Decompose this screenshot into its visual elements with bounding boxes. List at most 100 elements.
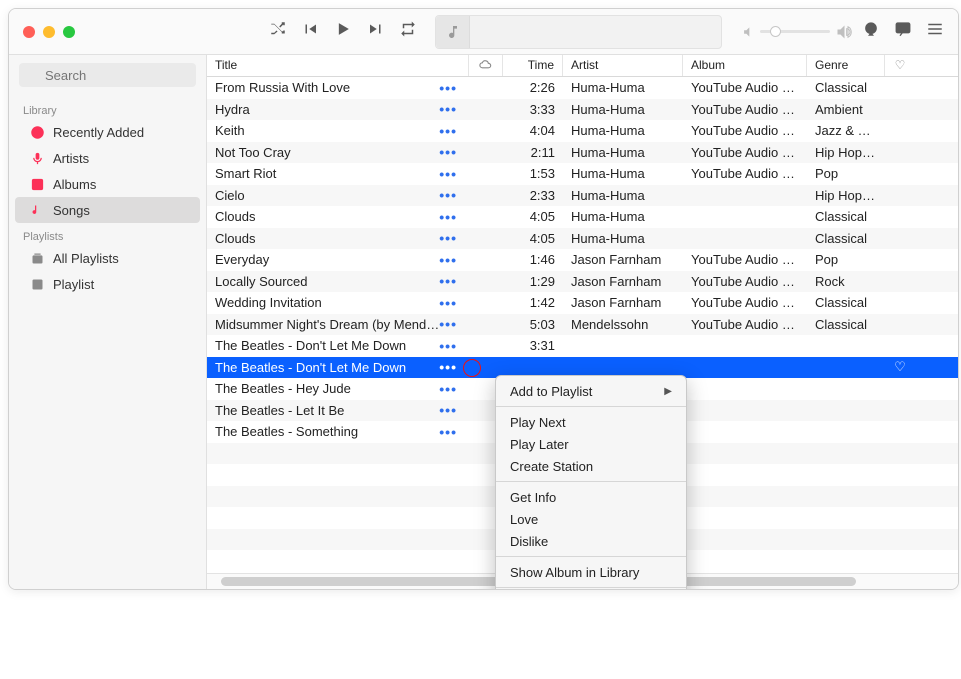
ctx-separator (496, 587, 686, 588)
more-options-icon[interactable]: ••• (439, 427, 461, 437)
ctx-add-to-playlist[interactable]: Add to Playlist▶ (496, 380, 686, 402)
more-options-icon[interactable]: ••• (439, 104, 461, 114)
ctx-get-info[interactable]: Get Info (496, 486, 686, 508)
column-genre[interactable]: Genre (807, 55, 885, 76)
cell-time: 5:03 (503, 317, 563, 332)
table-row[interactable]: Keith•••4:04Huma-HumaYouTube Audio Lib..… (207, 120, 958, 142)
song-title: Clouds (215, 231, 439, 246)
lyrics-icon[interactable]: “ (894, 20, 912, 43)
more-options-icon[interactable]: ••• (439, 126, 461, 136)
sidebar-item-label: All Playlists (53, 251, 119, 266)
more-options-icon[interactable]: ••• (439, 276, 461, 286)
table-row[interactable]: Wedding Invitation•••1:42Jason FarnhamYo… (207, 292, 958, 314)
table-row[interactable]: Clouds•••4:05Huma-HumaClassical (207, 206, 958, 228)
column-love[interactable]: ♡ (885, 55, 915, 76)
cell-album: YouTube Audio Lib... (683, 123, 807, 138)
table-row[interactable]: Smart Riot•••1:53Huma-HumaYouTube Audio … (207, 163, 958, 185)
cell-album: YouTube Audio Lib... (683, 295, 807, 310)
table-row[interactable]: From Russia With Love•••2:26Huma-HumaYou… (207, 77, 958, 99)
sidebar-item-label: Playlist (53, 277, 94, 292)
cell-genre: Pop (807, 166, 885, 181)
song-title: Clouds (215, 209, 439, 224)
table-row[interactable]: Hydra•••3:33Huma-HumaYouTube Audio Lib..… (207, 99, 958, 121)
sidebar-item-label: Recently Added (53, 125, 144, 140)
search-input[interactable] (19, 63, 196, 87)
play-icon[interactable] (333, 19, 353, 44)
cell-time: 4:05 (503, 209, 563, 224)
ctx-separator (496, 481, 686, 482)
minimize-window-button[interactable] (43, 26, 55, 38)
sidebar-item-playlist[interactable]: Playlist (15, 271, 200, 297)
table-row[interactable]: Cielo•••2:33Huma-HumaHip Hop &... (207, 185, 958, 207)
more-options-icon[interactable]: ••• (439, 405, 461, 415)
sidebar-item-all-playlists[interactable]: All Playlists (15, 245, 200, 271)
sidebar-item-songs[interactable]: Songs (15, 197, 200, 223)
table-row[interactable]: Everyday•••1:46Jason FarnhamYouTube Audi… (207, 249, 958, 271)
cell-artist: Jason Farnham (563, 295, 683, 310)
ctx-dislike[interactable]: Dislike (496, 530, 686, 552)
repeat-icon[interactable] (399, 20, 417, 43)
song-title: Locally Sourced (215, 274, 439, 289)
more-options-icon[interactable]: ••• (439, 319, 461, 329)
column-title[interactable]: Title (207, 55, 469, 76)
volume-low-icon (740, 25, 754, 39)
cell-time: 2:33 (503, 188, 563, 203)
playback-controls (269, 19, 417, 44)
context-menu: Add to Playlist▶ Play Next Play Later Cr… (495, 375, 687, 590)
table-row[interactable]: Not Too Cray•••2:11Huma-HumaYouTube Audi… (207, 142, 958, 164)
table-row[interactable]: The Beatles - Don't Let Me Down••• 3:31 (207, 335, 958, 357)
album-icon (29, 176, 45, 192)
cell-genre: Rock (807, 274, 885, 289)
cell-genre: Pop (807, 252, 885, 267)
column-artist[interactable]: Artist (563, 55, 683, 76)
next-track-icon[interactable] (367, 20, 385, 43)
ctx-separator (496, 556, 686, 557)
cell-time: 3:31 (503, 338, 563, 353)
ctx-label: Love (510, 512, 538, 527)
column-album[interactable]: Album (683, 55, 807, 76)
table-row[interactable]: Locally Sourced•••1:29Jason FarnhamYouTu… (207, 271, 958, 293)
ctx-play-later[interactable]: Play Later (496, 433, 686, 455)
song-title: Cielo (215, 188, 439, 203)
more-options-icon[interactable]: ••• (439, 255, 461, 265)
ctx-label: Create Station (510, 459, 593, 474)
more-options-icon[interactable]: ••• (439, 147, 461, 157)
cell-artist: Huma-Huma (563, 231, 683, 246)
sidebar-item-artists[interactable]: Artists (15, 145, 200, 171)
zoom-window-button[interactable] (63, 26, 75, 38)
more-options-icon[interactable]: ••• (439, 83, 461, 93)
volume-slider[interactable] (760, 30, 830, 33)
cell-time: 4:04 (503, 123, 563, 138)
more-options-icon[interactable]: ••• (439, 169, 461, 179)
table-row[interactable]: Midsummer Night's Dream (by Mendelss...•… (207, 314, 958, 336)
volume-high-icon (836, 24, 852, 40)
table-row[interactable]: Clouds•••4:05Huma-HumaClassical (207, 228, 958, 250)
ctx-show-album[interactable]: Show Album in Library (496, 561, 686, 583)
app-window: “ 🔍 Library Recently Added Artists Album… (8, 8, 959, 590)
queue-icon[interactable] (926, 20, 944, 43)
more-options-icon[interactable]: ••• (439, 298, 461, 308)
ctx-play-next[interactable]: Play Next (496, 411, 686, 433)
more-options-icon[interactable]: ••• (439, 362, 461, 372)
column-cloud[interactable] (469, 55, 503, 76)
ctx-love[interactable]: Love (496, 508, 686, 530)
sidebar: 🔍 Library Recently Added Artists Albums … (9, 55, 207, 589)
sidebar-item-recently-added[interactable]: Recently Added (15, 119, 200, 145)
airplay-icon[interactable] (862, 20, 880, 43)
more-options-icon[interactable]: ••• (439, 341, 461, 351)
shuffle-icon[interactable] (269, 20, 287, 43)
song-title: The Beatles - Don't Let Me Down (215, 338, 439, 353)
ctx-label: Add to Playlist (510, 384, 592, 399)
previous-track-icon[interactable] (301, 20, 319, 43)
more-options-icon[interactable]: ••• (439, 190, 461, 200)
more-options-icon[interactable]: ••• (439, 233, 461, 243)
ctx-create-station[interactable]: Create Station (496, 455, 686, 477)
song-title: Wedding Invitation (215, 295, 439, 310)
column-time[interactable]: Time (503, 55, 563, 76)
sidebar-item-albums[interactable]: Albums (15, 171, 200, 197)
more-options-icon[interactable]: ••• (439, 384, 461, 394)
more-options-icon[interactable]: ••• (439, 212, 461, 222)
volume-control[interactable] (740, 24, 852, 40)
playlist-stack-icon (29, 250, 45, 266)
close-window-button[interactable] (23, 26, 35, 38)
